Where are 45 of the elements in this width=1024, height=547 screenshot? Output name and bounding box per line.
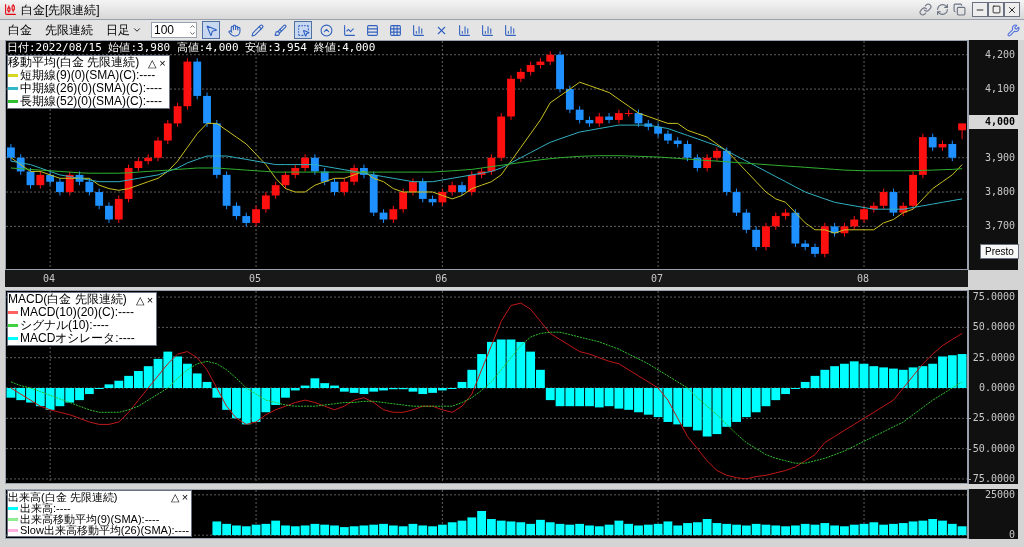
toolbar-label[interactable]: 先限連続 xyxy=(41,21,97,39)
axis-label: 4,100 xyxy=(984,83,1015,95)
axis-label: -50.0000 xyxy=(969,442,1015,454)
axis-label: 0 xyxy=(1008,529,1015,539)
axis-label: 25000 xyxy=(984,489,1015,500)
legend-item: MACDオシレータ:---- xyxy=(20,332,135,345)
axis-label: -75.0000 xyxy=(969,472,1015,484)
count-spinbox[interactable]: 100 xyxy=(151,22,197,38)
month-label: 08 xyxy=(857,273,870,284)
tooltip: Presto xyxy=(980,244,1019,259)
legend-title: MACD(白金 先限連続) xyxy=(8,293,127,306)
month-label: 07 xyxy=(651,273,664,284)
collapse-button[interactable]: △ xyxy=(169,491,180,503)
toolbar-label[interactable]: 白金 xyxy=(4,21,36,39)
axis-label: 0.0000 xyxy=(978,382,1015,393)
axis-label: 3,700 xyxy=(984,220,1015,232)
legend-title: 出来高(白金 先限連続) xyxy=(8,491,118,503)
price-info: 日付:2022/08/15 始値:3,980 高値:4,000 安値:3,954 終値:4,000 xyxy=(7,41,376,54)
legend-title: 移動平均(白金 先限連続) xyxy=(8,56,140,69)
collapse-button[interactable]: △ xyxy=(147,56,158,69)
axis-label: 25.0000 xyxy=(972,351,1015,363)
legend-item: 出来高移動平均(9)(SMA):---- xyxy=(20,514,160,525)
legend-item: シグナル(10):---- xyxy=(20,319,109,332)
last-price-label: 4,000 xyxy=(969,115,1019,130)
month-label: 04 xyxy=(43,273,56,284)
legend-item: MACD(10)(20)(C):---- xyxy=(20,306,134,319)
month-label: 05 xyxy=(249,273,262,284)
axis-label: 75.0000 xyxy=(972,291,1015,303)
axis-label: 3,900 xyxy=(984,151,1015,163)
axis-label: -25.0000 xyxy=(969,412,1015,424)
timeframe-dropdown[interactable]: 日足 xyxy=(102,21,146,39)
legend-item: 長期線(52)(0)(SMA)(C):---- xyxy=(20,95,162,108)
month-label: 06 xyxy=(435,273,448,284)
close-button[interactable]: × xyxy=(158,56,167,69)
legend-item: 出来高:---- xyxy=(20,503,71,514)
close-button[interactable]: × xyxy=(145,293,155,306)
axis-label: 4,200 xyxy=(984,48,1015,60)
collapse-button[interactable]: △ xyxy=(134,293,145,306)
window-title: 白金[先限連続] xyxy=(21,1,100,19)
legend-item: Slow出来高移動平均(26)(SMA):---- xyxy=(20,525,190,536)
axis-label: 50.0000 xyxy=(972,321,1015,333)
legend-item: 短期線(9)(0)(SMA)(C):---- xyxy=(20,69,156,82)
close-button[interactable]: × xyxy=(180,491,190,503)
legend-item: 中期線(26)(0)(SMA)(C):---- xyxy=(20,82,162,95)
axis-label: 3,800 xyxy=(984,186,1015,198)
